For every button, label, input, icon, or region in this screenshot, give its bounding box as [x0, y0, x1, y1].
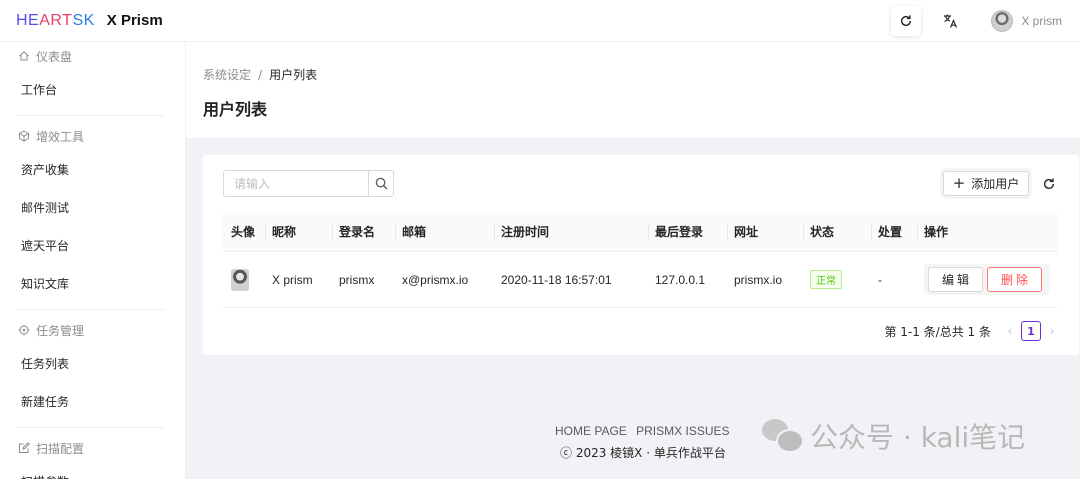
sidebar-item-workbench[interactable]: 工作台 [0, 70, 185, 108]
table-cell [231, 268, 272, 291]
user-table: 头像 昵称 登录名 邮箱 注册时间 最后登录 网址 状态 处置 操作 X pri… [223, 212, 1058, 308]
user-table-card: + 添加用户 头像 昵称 登录名 邮箱 注册时间 最后登录 网址 状态 处置 操… [203, 155, 1079, 355]
language-button[interactable] [935, 6, 965, 36]
column-header: 登录名 [332, 212, 402, 252]
edit-icon [19, 442, 30, 453]
home-icon [19, 51, 29, 61]
table-cell: 编辑 删除 [924, 264, 1050, 295]
sidebar-group-tools: 增效工具 [0, 122, 185, 150]
breadcrumb-item[interactable]: 系统设定 [203, 68, 251, 82]
footer-link-issues[interactable]: PRISMX ISSUES [636, 424, 729, 438]
column-header: 邮箱 [395, 212, 501, 252]
table-cell: - [878, 272, 882, 287]
user-menu[interactable]: X prism [991, 10, 1062, 32]
plus-icon: + [952, 174, 966, 192]
pagination: 第 1-1 条/总共 1 条 ‹ 1 › [884, 321, 1059, 341]
search-input[interactable] [223, 170, 368, 197]
delete-button[interactable]: 删除 [987, 267, 1042, 292]
add-user-button[interactable]: + 添加用户 [943, 171, 1029, 196]
avatar [231, 268, 249, 291]
search-box [223, 170, 394, 197]
table-cell: 127.0.0.1 [655, 272, 706, 287]
top-header: HEARTSK X Prism X prism [0, 0, 1080, 42]
table-cell: prismx [339, 272, 375, 287]
translate-icon [944, 14, 958, 28]
pagination-next[interactable]: › [1045, 324, 1059, 338]
row-actions: 编辑 删除 [924, 264, 1050, 295]
divider [16, 427, 165, 428]
page-header: 系统设定 / 用户列表 用户列表 [186, 42, 1080, 138]
header-actions: X prism [891, 0, 1062, 42]
avatar [991, 10, 1014, 32]
table-cell: x@prismx.io [402, 272, 469, 287]
column-header: 操作 [917, 212, 1024, 252]
sidebar-item-new-task[interactable]: 新建任务 [0, 382, 185, 420]
divider [16, 309, 165, 310]
app-title: X Prism [106, 12, 163, 29]
sidebar-item-assets[interactable]: 资产收集 [0, 150, 185, 188]
reload-icon [901, 15, 912, 27]
logo-mark: HEARTSK [16, 11, 95, 29]
table-header: 头像 昵称 登录名 邮箱 注册时间 最后登录 网址 状态 处置 操作 [223, 212, 1058, 252]
reload-icon [1043, 178, 1055, 190]
sidebar-item-scan-params[interactable]: 扫描参数 [0, 462, 185, 479]
column-header: 最后登录 [648, 212, 734, 252]
table-row: X prism prismx x@prismx.io 2020-11-18 16… [223, 252, 1058, 308]
search-icon [375, 177, 388, 190]
table-cell: 2020-11-18 16:57:01 [501, 272, 612, 287]
table-cell: prismx.io [734, 272, 783, 287]
pagination-total: 第 1-1 条/总共 1 条 [884, 324, 991, 339]
search-button[interactable] [368, 170, 394, 197]
table-cell: X prism [272, 272, 313, 287]
breadcrumb-current: 用户列表 [269, 68, 318, 82]
column-header: 网址 [727, 212, 810, 252]
page-title: 用户列表 [203, 100, 268, 119]
logo[interactable]: HEARTSK X Prism [16, 12, 163, 30]
sidebar-group-tasks: 任务管理 [0, 316, 185, 344]
status-badge: 正常 [810, 270, 842, 289]
divider [16, 115, 165, 116]
column-header: 注册时间 [494, 212, 655, 252]
edit-button[interactable]: 编辑 [928, 267, 983, 292]
sidebar-item-mail-test[interactable]: 邮件测试 [0, 188, 185, 226]
sidebar-item-platform[interactable]: 遮天平台 [0, 226, 185, 264]
wechat-icon [762, 419, 804, 453]
table-reload-button[interactable] [1039, 174, 1059, 194]
pagination-page[interactable]: 1 [1021, 321, 1041, 341]
sidebar-item-knowledge[interactable]: 知识文库 [0, 264, 185, 302]
footer-link-home[interactable]: HOME PAGE [555, 424, 627, 438]
target-icon [18, 324, 30, 336]
column-header: 昵称 [265, 212, 339, 252]
table-cell: 正常 [810, 270, 878, 289]
breadcrumb: 系统设定 / 用户列表 [203, 68, 318, 82]
footer-links: HOME PAGE PRISMX ISSUES [555, 424, 730, 438]
watermark: 公众号 · kali笔记 [762, 416, 1025, 456]
reload-button[interactable] [891, 6, 922, 36]
column-header: 状态 [803, 212, 878, 252]
pagination-prev[interactable]: ‹ [1003, 324, 1017, 338]
sidebar: 仪表盘 工作台 增效工具 资产收集 邮件测试 遮天平台 知识文库 任务管理 任务… [0, 42, 186, 479]
sidebar-group-dashboard: 仪表盘 [0, 42, 185, 70]
sidebar-item-task-list[interactable]: 任务列表 [0, 344, 185, 382]
footer-copyright: ⓒ 2023 棱镜X · 单兵作战平台 [560, 446, 726, 460]
user-name: X prism [1021, 14, 1062, 28]
cube-icon [19, 130, 29, 142]
sidebar-group-scan: 扫描配置 [0, 434, 185, 462]
